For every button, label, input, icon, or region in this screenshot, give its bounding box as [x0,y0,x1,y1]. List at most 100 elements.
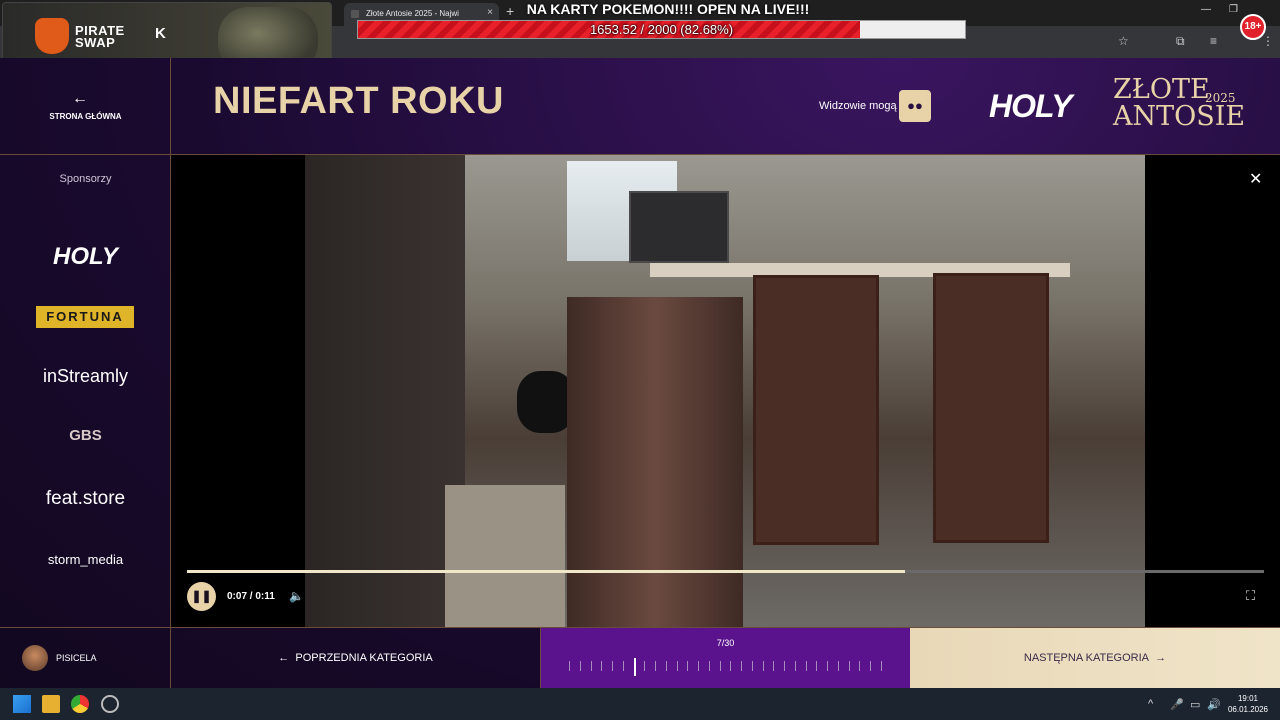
pirate-swap-logo: PIRATE SWAP [75,24,125,50]
goal-title: NA KARTY POKEMON!!!! OPEN NA LIVE!!! [526,1,810,17]
site: ← STRONA GŁÓWNA NIEFART ROKU Widzowie mo… [0,58,1280,689]
video-scene-laptop [629,191,729,263]
category-tick[interactable] [708,661,710,671]
category-tick[interactable] [601,661,603,671]
video-scene-stool [753,275,879,545]
clock-time: 19:01 [1237,694,1259,703]
category-tick[interactable] [741,661,743,671]
category-ticks [569,658,882,676]
category-tick[interactable] [784,661,786,671]
page-title: NIEFART ROKU [213,80,504,122]
minimize-button[interactable]: — [1201,4,1211,15]
reading-list-icon[interactable]: ≡ [1210,34,1217,48]
category-tick-active[interactable] [633,658,636,676]
sponsor-featstore[interactable]: feat.store [0,488,171,510]
taskbar: ^ 🎤 ▭ 🔊 19:01 06.01.2026 [0,688,1280,720]
goal-progress-text: 1653.52 / 2000 (82.68%) [589,22,734,37]
category-tick[interactable] [655,661,657,671]
category-tick[interactable] [848,661,850,671]
previous-category-label: POPRZEDNIA KATEGORIA [295,652,433,664]
category-tick[interactable] [590,661,592,671]
category-tick[interactable] [730,661,732,671]
seek-bar-fill [187,570,906,573]
sponsor-instreamly[interactable]: inStreamly [0,366,171,387]
speaker-icon[interactable]: 🔊 [1207,698,1221,711]
category-tick[interactable] [794,661,796,671]
category-tick[interactable] [676,661,678,671]
category-tick[interactable] [622,661,624,671]
category-tick[interactable] [644,661,646,671]
category-tick[interactable] [827,661,829,671]
pause-button[interactable]: ❚❚ [187,582,216,611]
category-tick[interactable] [665,661,667,671]
arrow-right-icon: → [1148,652,1167,664]
chrome-icon[interactable] [71,695,89,713]
pirate-icon [35,18,69,54]
category-tick[interactable] [762,661,764,671]
home-link[interactable]: ← STRONA GŁÓWNA [0,58,171,155]
puzzle-icon[interactable]: ⧉ [1176,34,1185,49]
category-tick[interactable] [579,661,581,671]
volume-icon[interactable]: 🔈 [289,589,304,603]
category-tick[interactable] [687,661,689,671]
menu-icon[interactable]: ⋮ [1262,34,1274,48]
category-tick[interactable] [612,661,614,671]
category-tick[interactable] [719,661,721,671]
user-profile[interactable]: PISICELA [0,628,171,689]
avatar [22,645,48,671]
category-tick[interactable] [751,661,753,671]
brand-line2: SWAP [75,35,116,50]
viewers-label: Widzowie mogą [819,100,897,112]
users-icon: ●● [907,98,923,113]
video-frame [305,155,1145,627]
previous-category-button[interactable]: ← POPRZEDNIA KATEGORIA [171,628,541,689]
sponsor-gbs[interactable]: GBS [0,427,171,444]
k-logo: K [155,25,166,42]
category-tick[interactable] [569,661,570,671]
fullscreen-icon[interactable]: ⛶ [1246,588,1255,604]
category-tick[interactable] [805,661,807,671]
microphone-icon[interactable]: 🎤 [1170,698,1184,711]
clock-date: 06.01.2026 [1227,705,1269,714]
next-category-button[interactable]: NASTĘPNA KATEGORIA → [910,628,1280,689]
star-icon[interactable]: ☆ [1118,34,1129,48]
category-tick[interactable] [881,661,882,671]
clock[interactable]: 19:01 06.01.2026 [1222,693,1274,715]
category-tick[interactable] [773,661,775,671]
sponsor-fortuna[interactable]: FORTUNA [36,306,134,328]
username: PISICELA [56,653,97,663]
video-player[interactable]: ✕ ❚❚ 0:07 / 0:11 🔈 ⛶ [171,155,1280,627]
next-category-label: NASTĘPNA KATEGORIA [1023,652,1149,664]
page-header: NIEFART ROKU Widzowie mogą ●● HOLY ZŁOTE… [171,58,1280,155]
chevron-up-icon[interactable]: ^ [1148,698,1153,710]
network-icon[interactable]: ▭ [1190,698,1200,711]
arrow-left-icon: ← [278,652,296,664]
category-tick[interactable] [859,661,861,671]
event-logo-line2: ANTOSIE [1113,101,1246,132]
video-scene-floor [445,485,565,627]
home-link-label: STRONA GŁÓWNA [49,112,122,121]
category-counter: 7/30 [716,638,735,648]
close-icon[interactable]: ✕ [1249,169,1262,189]
sponsor-stormmedia[interactable]: storm_media [0,552,171,567]
age-badge: 18+ [1240,14,1266,40]
video-scene-stool [933,273,1049,543]
windows-start-icon[interactable] [13,695,31,713]
goal-progress-bar: 1653.52 / 2000 (82.68%) [357,20,966,39]
viewers-button[interactable]: ●● [899,90,931,122]
video-scene-cabinet [305,155,465,627]
category-tick[interactable] [870,661,872,671]
app-icon[interactable] [101,695,119,713]
category-tick[interactable] [698,661,700,671]
sponsor-holy[interactable]: HOLY [0,243,171,271]
maximize-button[interactable]: ❐ [1229,4,1238,15]
category-progress: 7/30 [541,628,910,689]
seek-bar[interactable] [187,570,1264,573]
screen: Złote Antosie 2025 - Najwi × + — ❐ ☆ ⧉ ≡… [0,0,1280,720]
bottom-nav: PISICELA ← POPRZEDNIA KATEGORIA 7/30 NAS… [0,627,1280,689]
file-explorer-icon[interactable] [42,695,60,713]
holy-logo: HOLY [989,88,1073,124]
category-tick[interactable] [816,661,818,671]
category-tick[interactable] [837,661,839,671]
event-year: 2025 [1205,91,1236,105]
